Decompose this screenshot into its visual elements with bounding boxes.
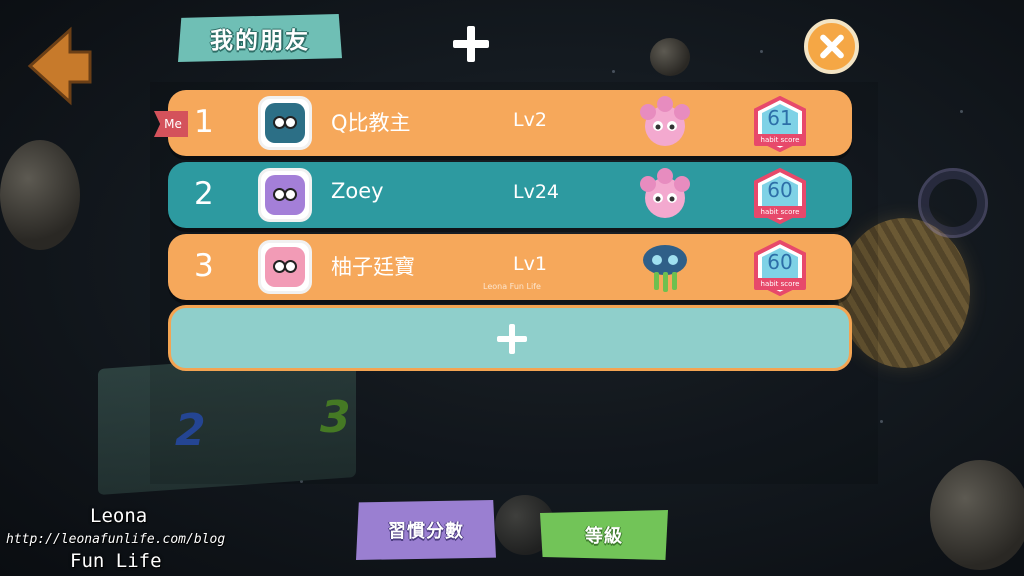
star xyxy=(960,110,963,113)
asteroid xyxy=(650,38,690,76)
spiral-galaxy xyxy=(918,168,988,238)
row-watermark: Leona Fun Life xyxy=(483,282,541,291)
pink-fluffy-pet-icon xyxy=(640,168,690,218)
habit-score-value: 61 xyxy=(767,106,793,130)
avatar xyxy=(258,96,312,150)
habit-score-label: habit score xyxy=(754,134,806,146)
plus-icon xyxy=(497,324,527,354)
rank-number: 3 xyxy=(194,248,214,284)
blog-watermark-line1: Leona xyxy=(90,505,148,527)
rank-number: 1 xyxy=(194,104,214,140)
add-friend-row-button[interactable] xyxy=(168,305,852,371)
avatar xyxy=(258,240,312,294)
friend-level: Lv1 xyxy=(513,253,547,275)
avatar-face xyxy=(265,103,305,143)
friend-level: Lv2 xyxy=(513,109,547,131)
pink-fluffy-pet-icon xyxy=(640,96,690,146)
friend-row[interactable]: 1 Q比教主 Lv2 61 habit score xyxy=(168,90,852,156)
avatar xyxy=(258,168,312,222)
habit-score-value: 60 xyxy=(767,178,793,202)
asteroid xyxy=(930,460,1024,570)
friend-name: Q比教主 xyxy=(331,111,411,135)
friend-name: 柚子廷寶 xyxy=(331,255,415,279)
asteroid xyxy=(0,140,80,250)
avatar-face xyxy=(265,247,305,287)
add-friend-button[interactable] xyxy=(451,24,491,64)
blog-watermark-url: http://leonafunlife.com/blog xyxy=(6,532,226,547)
star xyxy=(612,70,615,73)
habit-score-label: habit score xyxy=(754,206,806,218)
avatar-face xyxy=(265,175,305,215)
friend-name: Zoey xyxy=(331,179,384,203)
rank-number: 2 xyxy=(194,176,214,212)
star xyxy=(760,50,763,53)
blog-watermark-line3: Fun Life xyxy=(70,550,162,572)
blue-tentacle-pet-icon xyxy=(643,245,687,292)
arrow-left-icon[interactable] xyxy=(26,26,94,106)
friend-row[interactable]: 2 Zoey Lv24 60 habit score xyxy=(168,162,852,228)
friend-level: Lv24 xyxy=(513,181,560,203)
habit-score-button[interactable]: 習慣分數 xyxy=(356,500,496,560)
habit-score-value: 60 xyxy=(767,250,793,274)
habit-score-label: habit score xyxy=(754,278,806,290)
page-title: 我的朋友 xyxy=(178,14,342,62)
level-button[interactable]: 等級 xyxy=(540,510,668,560)
close-button[interactable] xyxy=(804,19,859,74)
star xyxy=(880,420,883,423)
